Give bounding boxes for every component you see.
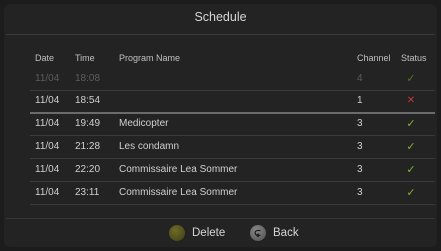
status-check-icon: ✓ [406,73,416,85]
table-row[interactable]: 11/04 18:54 1 ✕ [30,90,435,114]
footer-bar: Delete Back [0,222,441,244]
table-row[interactable]: 11/04 21:28 Les condamn 3 ✓ [30,136,435,159]
table-row[interactable]: 11/04 22:20 Commissaire Lea Sommer 3 ✓ [30,159,435,182]
delete-label: Delete [192,227,226,239]
header-program-name: Program Name [119,53,181,63]
header-channel: Channel [357,53,391,63]
delete-button[interactable]: Delete [169,222,229,244]
cell-program-name: Commissaire Lea Sommer [119,187,238,198]
table-row[interactable]: 11/04 19:49 Medicopter 3 ✓ [30,113,435,136]
status-check-icon: ✓ [406,118,416,130]
header-status: Status [401,53,427,63]
cell-date: 11/04 [35,118,60,129]
cell-channel: 4 [357,73,363,84]
footer-divider [6,218,435,219]
back-arrow-icon [250,225,266,241]
cell-time: 21:28 [75,141,101,152]
table-row[interactable]: 11/04 18:08 4 ✓ [30,68,435,91]
cell-program-name: Les condamn [119,141,180,152]
status-check-icon: ✓ [406,141,416,153]
cell-channel: 3 [357,118,363,129]
cell-date: 11/04 [35,164,60,175]
status-cross-icon: ✕ [406,95,416,106]
table-row[interactable]: 11/04 23:11 Commissaire Lea Sommer 3 ✓ [30,182,435,205]
cell-time: 22:20 [75,164,101,175]
schedule-screen: Schedule Date Time Program Name Channel … [0,0,441,251]
cell-channel: 3 [357,164,363,175]
cell-time: 18:08 [75,73,101,84]
status-check-icon: ✓ [406,187,416,199]
header-date: Date [35,53,55,63]
cell-time: 23:11 [75,187,100,198]
cell-date: 11/04 [35,95,60,106]
cell-date: 11/04 [35,141,60,152]
cell-time: 19:49 [75,118,101,129]
title-divider [6,34,435,35]
cell-channel: 3 [357,141,363,152]
page-title: Schedule [194,10,247,24]
status-check-icon: ✓ [406,164,416,176]
cell-date: 11/04 [35,73,60,84]
column-headers: Date Time Program Name Channel Status [0,50,441,66]
cell-program-name: Medicopter [119,118,169,129]
header-time: Time [75,53,95,63]
yellow-dot-icon [169,225,185,241]
back-button[interactable]: Back [250,222,310,244]
cell-time: 18:54 [75,95,101,106]
cell-channel: 3 [357,187,363,198]
back-label: Back [273,227,299,239]
cell-channel: 1 [357,95,363,106]
cell-date: 11/04 [35,187,60,198]
cell-program-name: Commissaire Lea Sommer [119,164,238,175]
